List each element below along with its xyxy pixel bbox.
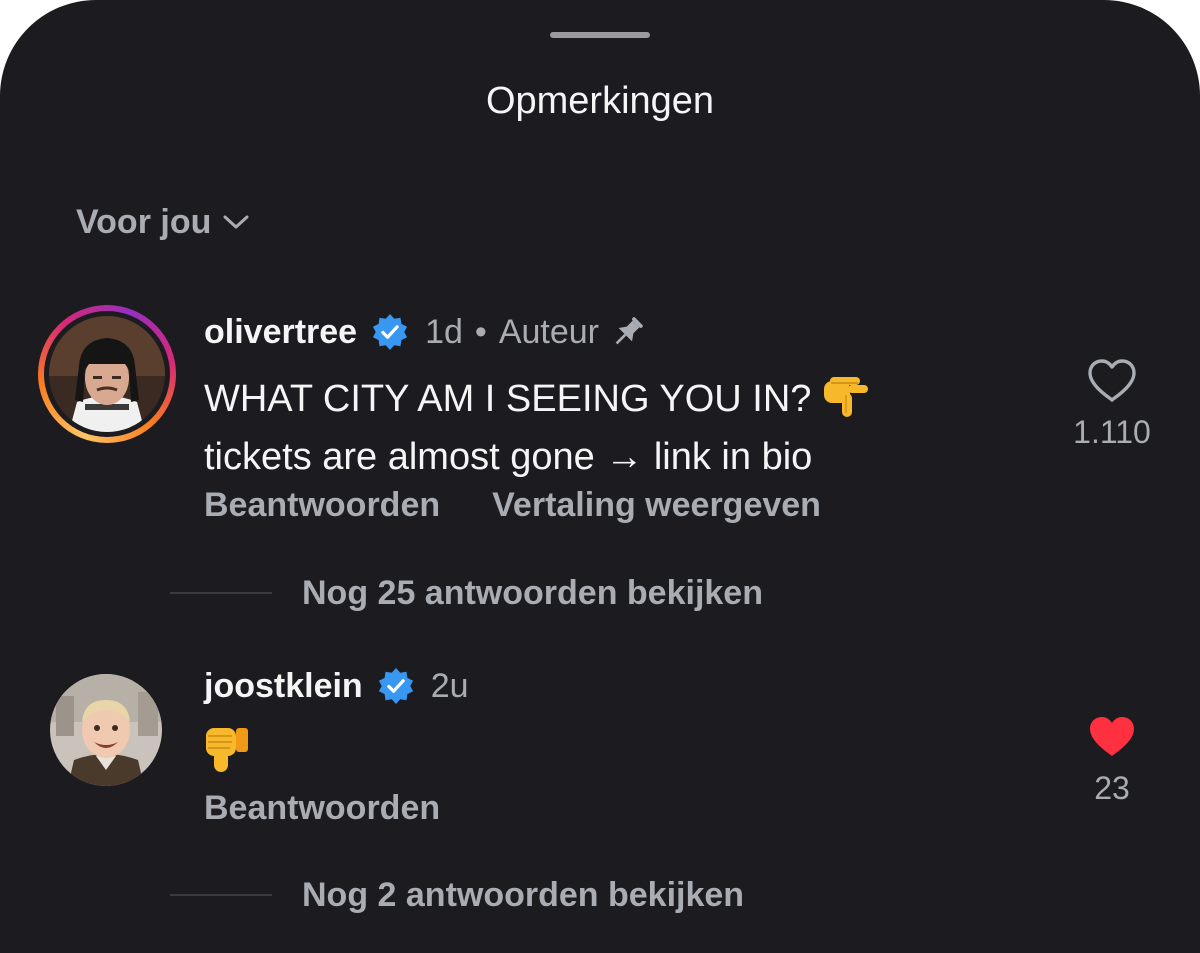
replies-divider	[170, 592, 272, 594]
comment-text	[204, 724, 252, 789]
view-replies-label: Nog 25 antwoorden bekijken	[302, 573, 763, 612]
comments-sheet: Opmerkingen Voor jou olivertree 1d • Aut…	[0, 0, 1200, 953]
like-count: 23	[1094, 770, 1130, 806]
reply-button[interactable]: Beantwoorden	[204, 789, 440, 833]
author-badge: Auteur	[498, 312, 600, 351]
sheet-title: Opmerkingen	[485, 80, 715, 122]
comment-header: olivertree 1d • Auteur	[204, 308, 647, 356]
replies-divider	[170, 894, 272, 896]
view-replies-label: Nog 2 antwoorden bekijken	[302, 875, 745, 914]
comment-time: 1d	[425, 312, 463, 351]
sort-dropdown[interactable]: Voor jou	[76, 200, 249, 244]
thumbs-down-emoji	[204, 724, 252, 789]
comment-text: WHAT CITY AM I SEEING YOU IN? tickets ar…	[204, 374, 870, 482]
view-replies-button[interactable]: Nog 2 antwoorden bekijken	[170, 873, 744, 917]
like-area: 23	[1052, 714, 1172, 807]
comment-text-line-1: WHAT CITY AM I SEEING YOU IN?	[204, 378, 812, 420]
like-count: 1.110	[1073, 414, 1151, 450]
heart-filled-icon[interactable]	[1086, 714, 1138, 760]
sheet-drag-handle[interactable]	[550, 32, 650, 38]
comment-text-line-2: tickets are almost gone → link in bio	[204, 436, 813, 478]
comment-actions: Beantwoorden Vertaling weergeven	[204, 486, 821, 530]
comment-username[interactable]: joostklein	[204, 667, 363, 706]
show-translation-button[interactable]: Vertaling weergeven	[492, 486, 821, 530]
comment-time: 2u	[430, 666, 469, 705]
pin-icon	[615, 317, 643, 345]
avatar	[49, 316, 165, 432]
comment-username[interactable]: olivertree	[204, 313, 357, 352]
chevron-down-icon	[223, 215, 249, 229]
sort-label: Voor jou	[76, 202, 212, 241]
avatar[interactable]	[50, 674, 162, 786]
comment-header: joostklein 2u	[204, 662, 469, 710]
verified-badge-icon	[372, 313, 408, 351]
avatar-story-ring[interactable]	[38, 305, 176, 443]
pointing-down-hand-emoji	[822, 375, 870, 432]
like-area: 1.110	[1052, 358, 1172, 451]
meta-separator: •	[474, 312, 487, 351]
view-replies-button[interactable]: Nog 25 antwoorden bekijken	[170, 571, 763, 615]
comment-actions: Beantwoorden	[204, 789, 440, 833]
verified-badge-icon	[378, 667, 413, 705]
reply-button[interactable]: Beantwoorden	[204, 486, 440, 530]
heart-outline-icon[interactable]	[1086, 358, 1138, 404]
